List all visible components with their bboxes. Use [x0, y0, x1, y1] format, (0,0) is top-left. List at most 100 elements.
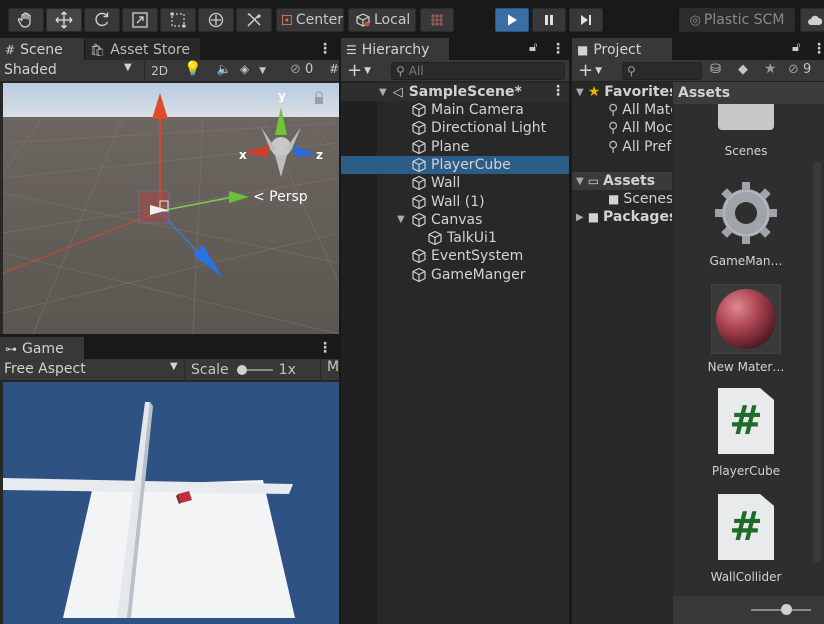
maximize-on-play-toggle[interactable]: M	[320, 359, 339, 380]
hierarchy-item[interactable]: Plane	[341, 138, 569, 156]
plastic-scm-button[interactable]: ◎ Plastic SCM	[679, 8, 795, 32]
scene-viewport[interactable]: y x z < Persp	[3, 83, 339, 334]
transform-tool-button[interactable]	[198, 8, 234, 32]
scale-tool-button[interactable]	[122, 8, 158, 32]
project-hidden-toggle[interactable]: ⊘ 9	[788, 62, 824, 77]
asset-label: WallCollider	[710, 570, 782, 584]
move-tool-button[interactable]	[46, 8, 82, 32]
assets-arrow-icon[interactable]: ▼	[576, 176, 584, 187]
lighting-toggle-button[interactable]: 💡	[178, 61, 208, 81]
hierarchy-item[interactable]: PlayerCube	[341, 155, 569, 174]
zoom-slider-thumb[interactable]	[781, 604, 792, 615]
hierarchy-item[interactable]: Directional Light	[341, 119, 569, 137]
pause-button[interactable]	[532, 8, 566, 32]
project-eye-slash-icon: ⊘	[788, 62, 799, 77]
grid-snap-button[interactable]	[420, 8, 454, 32]
unity-scene-icon: ◁	[392, 84, 403, 100]
filter-label-icon[interactable]: ◆	[738, 62, 748, 77]
tab-asset-store[interactable]: 🛍 Asset Store	[85, 38, 200, 60]
favorites-arrow-icon[interactable]: ▼	[576, 87, 584, 98]
scene-row[interactable]: ▼ ◁ SampleScene* ⋮	[341, 83, 569, 101]
expand-arrow-icon[interactable]: ▼	[397, 214, 405, 225]
tab-hierarchy[interactable]: ☰ Hierarchy	[341, 38, 449, 60]
project-search-input[interactable]: ⚲	[622, 62, 702, 80]
scene-menu-icon[interactable]: ⋮	[318, 41, 332, 57]
shading-mode-dropdown[interactable]: Shaded ▼	[4, 62, 136, 80]
layers-icon: ◈	[240, 62, 250, 76]
packages-arrow-icon[interactable]: ▶	[576, 212, 584, 223]
asset-wallcollider-script[interactable]: # WallCollider	[691, 494, 801, 584]
hierarchy-item[interactable]: ▼ Canvas	[341, 211, 569, 229]
hierarchy-search-input[interactable]: ⚲ All	[391, 62, 565, 80]
project-lock-icon[interactable]: 🔓︎	[792, 40, 800, 55]
lock-icon[interactable]: 🔓︎	[529, 40, 537, 55]
pivot-toggle-button[interactable]: Center	[276, 8, 344, 32]
game-menu-icon[interactable]: ⋮	[318, 340, 332, 356]
scale-label: Scale	[191, 361, 229, 378]
hierarchy-item[interactable]: EventSystem	[341, 247, 569, 265]
persp-label[interactable]: < Persp	[253, 189, 308, 205]
game-view-canvas	[3, 402, 295, 618]
eye-slash-icon: ⊘	[290, 62, 301, 77]
grid-options-icon[interactable]: #	[329, 62, 339, 80]
rotate-tool-button[interactable]	[84, 8, 120, 32]
favorite-star-icon[interactable]: ★	[764, 61, 777, 77]
asset-scenes-folder[interactable]: Scenes	[691, 104, 801, 158]
assets-folder-row[interactable]: ▼ ▭ Assets	[576, 173, 655, 189]
scale-icon	[132, 12, 148, 28]
scenes-folder-label: Scenes	[623, 191, 672, 207]
scenes-folder-row[interactable]: ■ Scenes	[608, 191, 672, 207]
transform-icon	[208, 12, 224, 28]
plastic-label: Plastic SCM	[703, 12, 785, 28]
rect-tool-button[interactable]	[160, 8, 196, 32]
asset-grid: Assets Scenes GameMan… New Mater… # Play…	[673, 82, 824, 624]
expand-arrow-icon[interactable]: ▼	[379, 87, 387, 98]
game-tab-label: Game	[22, 341, 64, 357]
scene-hidden-count: 0	[305, 62, 314, 77]
step-icon	[581, 15, 591, 25]
hand-tool-button[interactable]	[8, 8, 44, 32]
asset-playercube-script[interactable]: # PlayerCube	[691, 388, 801, 478]
packages-row[interactable]: ▶ ■ Packages	[576, 209, 672, 225]
play-button[interactable]	[495, 8, 529, 32]
favorites-item[interactable]: ⚲ All Moc	[608, 120, 672, 136]
aspect-dropdown[interactable]: Free Aspect ▼	[4, 361, 182, 379]
favorites-item[interactable]: ⚲ All Pref	[608, 139, 671, 155]
custom-tool-button[interactable]	[236, 8, 272, 32]
hierarchy-item[interactable]: GameManger	[341, 266, 569, 284]
hierarchy-item[interactable]: TalkUi1	[341, 229, 569, 247]
favorites-row[interactable]: ▼ ★ Favorites	[576, 84, 672, 100]
scale-slider[interactable]	[236, 364, 273, 376]
material-sphere-icon	[716, 289, 776, 349]
project-menu-icon[interactable]: ⋮	[812, 41, 824, 57]
favorites-item[interactable]: ⚲All Mate	[608, 102, 672, 118]
hierarchy-item[interactable]: Main Camera	[341, 101, 569, 119]
step-button[interactable]	[569, 8, 603, 32]
packages-folder-icon: ■	[587, 210, 600, 224]
scale-slider-thumb[interactable]	[236, 364, 247, 375]
scene-menu-kebab-icon[interactable]: ⋮	[551, 83, 565, 99]
tab-project[interactable]: ■ Project	[572, 38, 672, 60]
hidden-objects-toggle[interactable]: ⊘ 0	[290, 62, 326, 80]
2d-toggle-button[interactable]: 2D	[144, 61, 174, 81]
hierarchy-item[interactable]: Wall	[341, 174, 569, 192]
asset-gamemanager-script[interactable]: GameMan…	[691, 180, 801, 268]
hierarchy-menu-icon[interactable]: ⋮	[551, 41, 565, 57]
vertical-scrollbar[interactable]	[813, 162, 821, 562]
tab-game[interactable]: ⊶ Game	[0, 337, 84, 359]
hierarchy-item[interactable]: Wall (1)	[341, 193, 569, 211]
hand-icon	[17, 12, 31, 28]
project-add-button[interactable]: + ▼	[578, 60, 602, 82]
effects-dropdown[interactable]: ◈ ▼	[240, 62, 280, 80]
hierarchy-add-button[interactable]: + ▼	[347, 60, 371, 82]
project-tab-label: Project	[593, 42, 642, 58]
game-viewport[interactable]	[3, 382, 339, 624]
gameobject-cube-icon	[412, 194, 426, 209]
tab-scene[interactable]: # Scene	[0, 38, 84, 60]
project-hidden-count: 9	[803, 62, 812, 77]
filter-type-icon[interactable]: ⛁	[710, 62, 721, 77]
audio-toggle-button[interactable]: 🔈	[210, 62, 238, 80]
space-toggle-button[interactable]: Local	[348, 8, 416, 32]
asset-new-material[interactable]: New Mater…	[691, 284, 801, 374]
cloud-button[interactable]	[800, 8, 824, 32]
